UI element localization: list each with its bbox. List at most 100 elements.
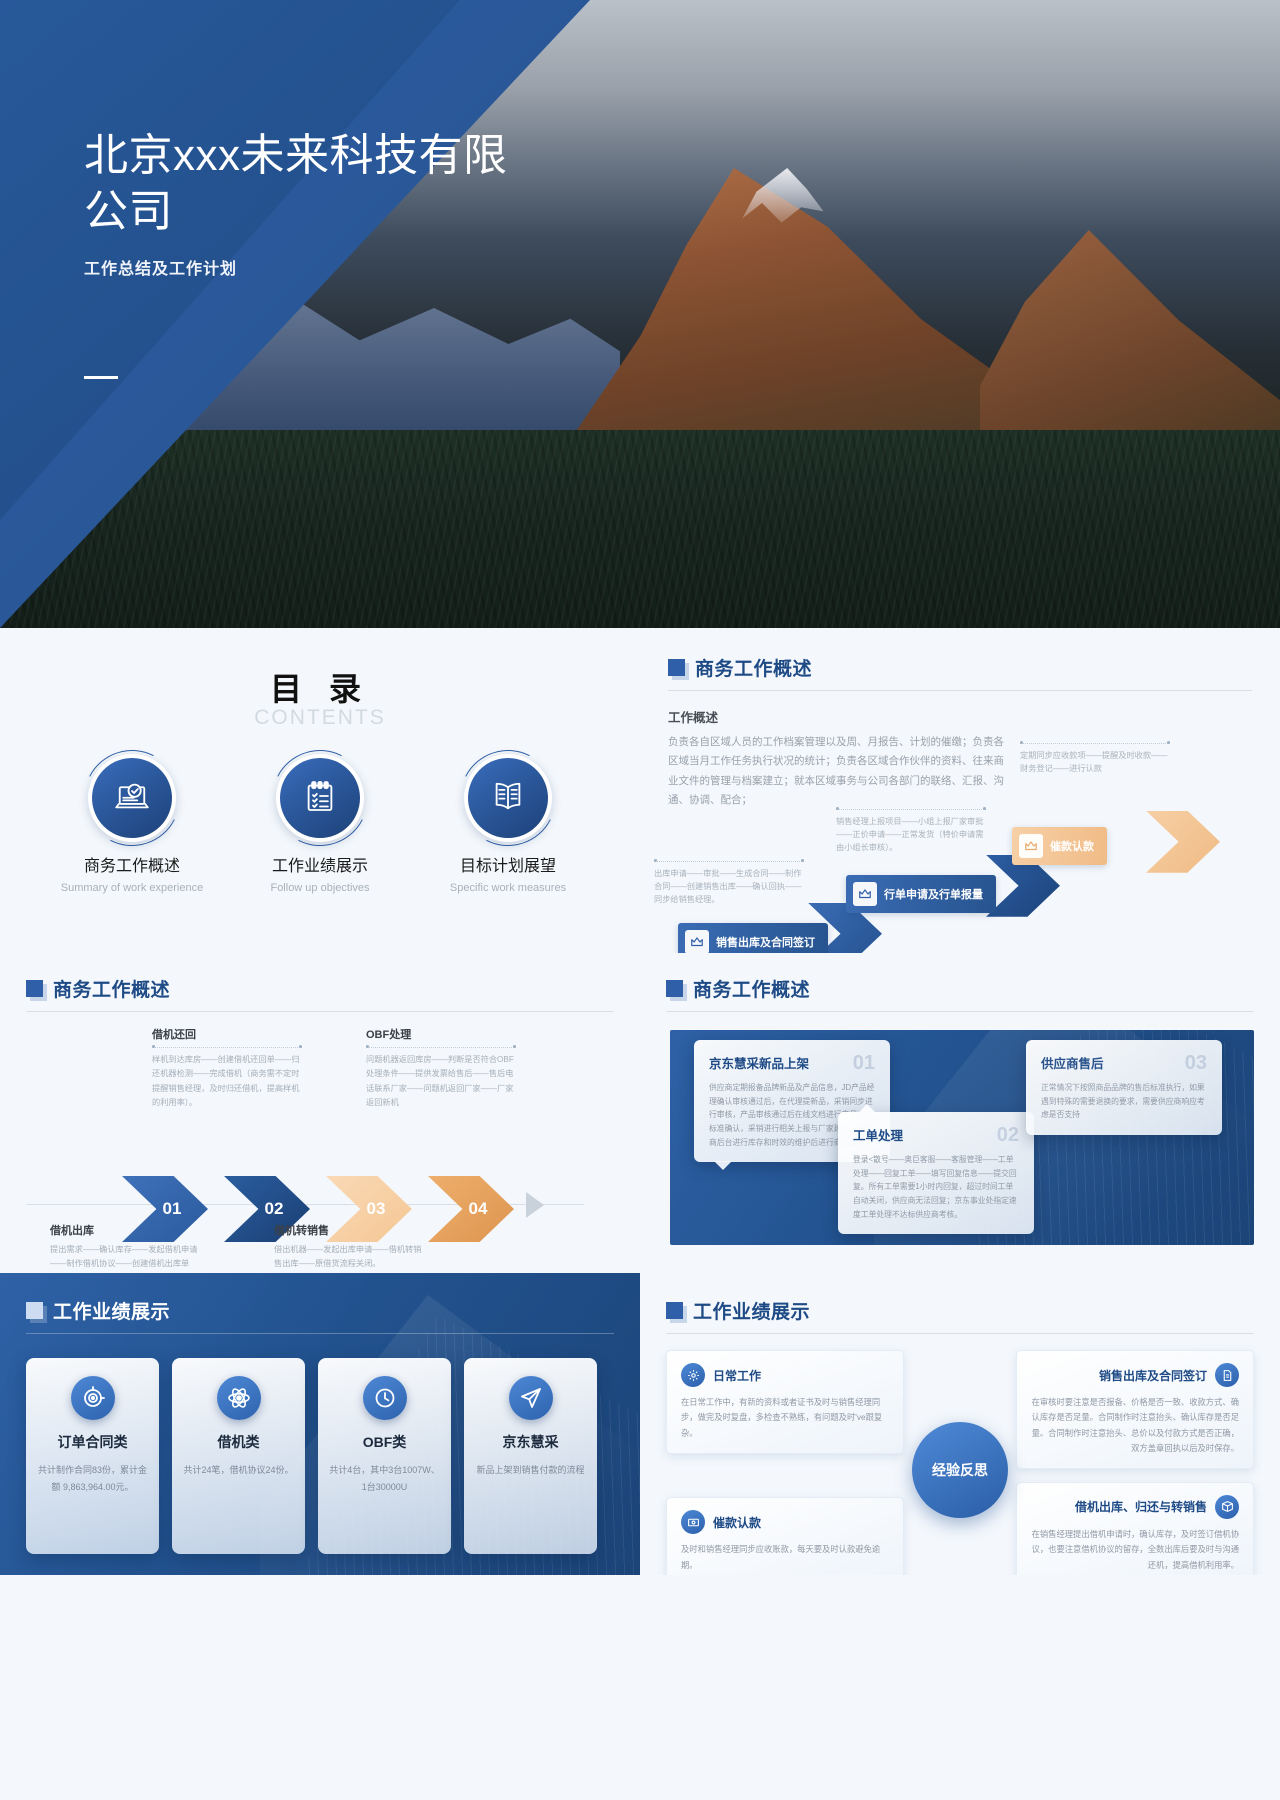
reflection-center-label: 经验反思 (932, 1462, 988, 1478)
note-dotted-rule (836, 806, 986, 810)
toc-body: 目 录 CONTENTS 商务工作概述 Summary of work expe… (0, 628, 640, 897)
flow-tag-3[interactable]: 催款认款 (1012, 826, 1107, 865)
toc-item-sub: Summary of work experience (60, 882, 204, 894)
steps-body: 商务工作概述 借机还回 样机到达库房——创建借机还回单——归还机器检测——完成借… (0, 953, 640, 1273)
toc-title-cn: 目 录 (270, 671, 370, 707)
step-body: 借出机器——发起出库申请——借机转销售出库——原借货流程关闭。 (274, 1245, 422, 1269)
performance-card-list: 订单合同类 共计制作合同83份，累计金额 9,863,964.00元。 借机类 … (0, 1334, 640, 1554)
performance-card-body: 共计24笔，借机协议24份。 (183, 1465, 294, 1475)
reflection-box-title: 借机出库、归还与转销售 (1074, 1500, 1207, 1515)
reflection-box-title: 日常工作 (713, 1368, 762, 1383)
reflection-box-body: 在销售经理提出借机申请时，确认库存，及时签订借机协议，也要注意借机协议的留存，全… (1031, 1528, 1239, 1570)
step-title: 借机还回 (152, 1029, 196, 1041)
reflection-box-daily[interactable]: 日常工作 在日常工作中，有新的资料或者证书及时与销售经理同步，做完及时复盘，多检… (666, 1350, 904, 1455)
reflection-box-header: 借机出库、归还与转销售 (1031, 1494, 1239, 1519)
performance-card-3[interactable]: OBF类 共计4台，其中3台1007W、1台30000U (318, 1358, 451, 1554)
reflection-box-body: 在日常工作中，有新的资料或者证书及时与销售经理同步，做完及时复盘，多检查不熟练，… (681, 1397, 883, 1438)
section-header: 商务工作概述 (668, 654, 1252, 690)
performance-header-area: 工作业绩展示 (0, 1273, 640, 1334)
section-square-icon (26, 1302, 43, 1319)
step-card-3: 借机转销售 借出机器——发起出库申请——借机转销售出库——原借货流程关闭。 (274, 1222, 424, 1272)
performance-card-body: 共计制作合同83份，累计金额 9,863,964.00元。 (37, 1465, 147, 1492)
reflection-box-header: 催款认款 (681, 1510, 889, 1535)
section-title: 工作业绩展示 (53, 1302, 171, 1323)
presentation-page: 北京xxx未来科技有限公司 工作总结及工作计划 目 录 CONTENTS 商务工… (0, 0, 1280, 1800)
reflection-center-badge: 经验反思 (912, 1422, 1008, 1518)
badge-circle (468, 758, 548, 838)
performance-card-1[interactable]: 订单合同类 共计制作合同83份，累计金额 9,863,964.00元。 (26, 1358, 159, 1554)
open-book-icon (487, 775, 529, 822)
section-title: 商务工作概述 (53, 980, 171, 1001)
note-dotted-rule (1020, 740, 1170, 744)
crown-icon (1019, 833, 1043, 858)
step-number: 04 (468, 1199, 488, 1218)
reflection-box-body: 在审核时要注意是否报备、价格是否一致、收款方式、确认库存是否足量。合同制作时注意… (1031, 1397, 1239, 1454)
toc-item-label: 商务工作概述 (83, 858, 180, 875)
toc-badge (71, 737, 193, 859)
box-icon (1215, 1494, 1239, 1519)
slide-business-overview: 商务工作概述 工作概述 负责各自区域人员的工作档案管理以及周、月报告、计划的催缴… (640, 628, 1280, 953)
performance-card-title: 订单合同类 (57, 1434, 128, 1450)
bubbles-container: 01 京东慧采新品上架 供应商定期报备品牌新品及产品信息，JD产品经理确认审核通… (670, 1030, 1254, 1245)
performance-card-2[interactable]: 借机类 共计24笔，借机协议24份。 (172, 1358, 305, 1554)
forest-foreground (0, 430, 1280, 628)
toc-item-3[interactable]: 目标计划展望 Specific work measures (433, 737, 583, 897)
target-icon (70, 1376, 115, 1420)
note-dotted-rule (366, 1045, 516, 1048)
bubble-3[interactable]: 03 供应商售后 正常情况下按照商品品牌的售后标准执行，如果遇到特殊的需要退换的… (1026, 1040, 1222, 1135)
section-header-wrap: 商务工作概述 (26, 975, 614, 1012)
checklist-icon (299, 775, 341, 822)
flow-tag-label: 催款认款 (1050, 840, 1094, 853)
performance-card-body: 新品上架到销售付款的流程 (476, 1465, 585, 1475)
step-card-4: OBF处理 问题机器返回库房——判断是否符合OBF处理条件——提供发票给售后——… (366, 1026, 516, 1110)
flow-note-2: 销售经理上报项目——小组上报厂家审批——正价申请——正常发货（特价申请需由小组长… (836, 806, 986, 854)
section-title: 工作业绩展示 (693, 1302, 811, 1323)
reflection-box-loaner[interactable]: 借机出库、归还与转销售 在销售经理提出借机申请时，确认库存，及时签订借机协议，也… (1016, 1481, 1254, 1575)
flow-tag-2[interactable]: 行单申请及行单报量 (846, 874, 996, 913)
reflection-box-header: 日常工作 (681, 1363, 889, 1387)
section-square-icon (666, 980, 683, 997)
toc-item-2[interactable]: 工作业绩展示 Follow up objectives (245, 737, 395, 897)
toc-badge (259, 737, 381, 859)
bubbles-header-area: 商务工作概述 (640, 953, 1280, 1012)
section-header-wrap: 商务工作概述 (666, 975, 1254, 1012)
overview-paragraph: 负责各自区域人员的工作档案管理以及周、月报告、计划的催缴；负责各区域当月工作任务… (668, 736, 1004, 807)
performance-card-body: 共计4台，其中3台1007W、1台30000U (329, 1465, 440, 1492)
bubbles-dark-area: 01 京东慧采新品上架 供应商定期报备品牌新品及产品信息，JD产品经理确认审核通… (670, 1030, 1254, 1245)
step-card-1: 借机出库 提出需求——确认库存——发起借机申请——制作借机协议——创建借机出库单… (50, 1222, 200, 1273)
section-rule (666, 1011, 1254, 1012)
section-square-icon (26, 980, 43, 997)
gear-icon (681, 1363, 705, 1387)
flow-tag-1[interactable]: 销售出库及合同签订 (678, 922, 828, 953)
bubble-title: 工单处理 (853, 1129, 904, 1143)
bubble-number: 02 (996, 1124, 1019, 1146)
bubble-2[interactable]: 02 工单处理 登录<散号——奥巨客服——客服管理——工单处理——回复工单——填… (838, 1103, 1034, 1235)
section-header-wrap: 工作业绩展示 (26, 1297, 614, 1334)
overview-subheading: 工作概述 (668, 711, 719, 725)
hero-divider-dash (84, 376, 118, 379)
slides-grid: 目 录 CONTENTS 商务工作概述 Summary of work expe… (0, 628, 1280, 1575)
overview-flow-diagram: 定期同步应收款项——提醒及时收款——财务登记——进行认款 销售经理上报项目——小… (654, 740, 1252, 953)
flow-note-3: 定期同步应收款项——提醒及时收款——财务登记——进行认款 (1020, 740, 1170, 775)
steps-end-arrow-icon (526, 1192, 544, 1218)
section-header-wrap: 商务工作概述 (668, 654, 1252, 691)
hero-text-block: 北京xxx未来科技有限公司 工作总结及工作计划 (84, 128, 514, 279)
toc-item-label: 工作业绩展示 (271, 858, 368, 875)
toc-title-en: CONTENTS (254, 706, 386, 729)
performance-card-title: 京东慧采 (502, 1434, 559, 1450)
hero-subtitle: 工作总结及工作计划 (84, 260, 238, 278)
flow-chevron-3 (1146, 810, 1220, 873)
performance-card-4[interactable]: 京东慧采 新品上架到销售付款的流程 (464, 1358, 597, 1554)
note-dotted-rule (152, 1045, 302, 1048)
bubble-title: 京东慧采新品上架 (709, 1057, 810, 1071)
section-rule (668, 690, 1252, 691)
reflection-header-area: 工作业绩展示 日常工作 在日常工作中，有新的资料或者证书及时与销售经理同步，做完… (640, 1273, 1280, 1575)
toc-item-1[interactable]: 商务工作概述 Summary of work experience (57, 737, 207, 897)
section-square-icon (668, 659, 685, 676)
reflection-box-collection[interactable]: 催款认款 及时和销售经理同步应收账款，每天要及时认款避免逾期。 (666, 1497, 904, 1575)
reflection-box-sales[interactable]: 销售出库及合同签订 在审核时要注意是否报备、价格是否一致、收款方式、确认库存是否… (1016, 1350, 1254, 1470)
slide-process-steps: 商务工作概述 借机还回 样机到达库房——创建借机还回单——归还机器检测——完成借… (0, 953, 640, 1273)
slide-performance-cards: 工作业绩展示 订单合同类 共计制作合同83份，累计金额 9,863,964.00… (0, 1273, 640, 1575)
toc-item-sub: Follow up objectives (270, 882, 370, 894)
send-icon (508, 1376, 553, 1420)
